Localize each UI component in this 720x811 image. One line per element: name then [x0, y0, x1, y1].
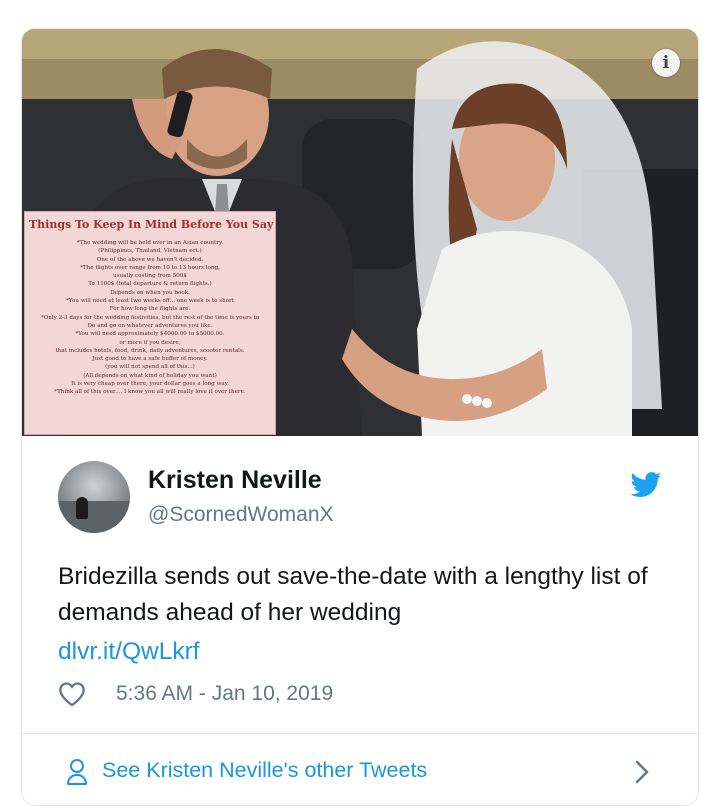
note-line: *The wedding will be held over in an Asi… [76, 240, 224, 246]
heart-icon[interactable] [58, 681, 86, 707]
note-title: Things To Keep In Mind Before You Say Ye… [29, 218, 276, 231]
note-line: that includes hotels, food, drink, daily… [55, 347, 245, 354]
avatar-figure [76, 497, 88, 519]
note-line: usually costing from 500$ [113, 273, 187, 280]
note-line: One of the above we haven't decided. [96, 256, 204, 263]
author-name[interactable]: Kristen Neville [148, 466, 322, 495]
note-line: (All depends on what kind of holiday you… [83, 372, 217, 379]
note-line: *You will need at least two weeks off...… [65, 298, 235, 305]
note-line: Just good to have a safe buffer of money… [92, 356, 208, 363]
tweet-photo[interactable]: i Things To Keep In Mind Before You Say … [22, 29, 698, 436]
chevron-right-icon [635, 760, 649, 784]
tweet-meta: 5:36 AM - Jan 10, 2019 [58, 679, 333, 709]
note-line: (you will not spend all of this...) [105, 364, 195, 371]
top-cropped-text [0, 0, 720, 10]
timestamp[interactable]: 5:36 AM - Jan 10, 2019 [116, 682, 333, 706]
avatar[interactable] [58, 461, 130, 533]
tweet-embed-card[interactable]: i Things To Keep In Mind Before You Say … [21, 28, 699, 806]
avatar-sea [58, 501, 130, 533]
note-lines: *The wedding will be held over in an Asi… [29, 239, 271, 397]
note-line: To 1100$ (total departure & return fligh… [88, 281, 212, 288]
note-line: (Philippines, Thailand, Vietnam ect.) [98, 248, 202, 255]
demands-note-overlay: Things To Keep In Mind Before You Say Ye… [24, 211, 276, 435]
tweet-author: Kristen Neville @ScornedWomanX [22, 436, 698, 546]
author-handle[interactable]: @ScornedWomanX [148, 503, 334, 527]
twitter-bird-icon[interactable] [630, 472, 662, 498]
note-line: Do and go on whatever adventures you lik… [87, 322, 213, 329]
note-line: *You will need approximately $4000.00 to… [75, 331, 225, 338]
note-line: *Only 2-3 days for the wedding festiviti… [40, 314, 260, 321]
note-line: *Think all of this over.... I know you a… [54, 389, 246, 396]
see-other-tweets-label: See Kristen Neville's other Tweets [102, 758, 428, 782]
user-icon [67, 759, 87, 785]
see-other-tweets-button[interactable]: See Kristen Neville's other Tweets [22, 734, 698, 805]
note-line: Depends on when you book. [110, 289, 190, 296]
note-line: *The flights over range from 10 to 13 ho… [80, 264, 220, 271]
info-icon[interactable]: i [652, 49, 680, 77]
tweet-text: Bridezilla sends out save-the-date with … [58, 563, 648, 626]
note-line: or more if you desire, [119, 339, 181, 346]
note-line: For how long the flights are. [109, 306, 191, 313]
note-line: It is very cheap over there, your dollar… [71, 381, 229, 388]
tweet-link[interactable]: dlvr.it/QwLkrf [58, 638, 200, 666]
